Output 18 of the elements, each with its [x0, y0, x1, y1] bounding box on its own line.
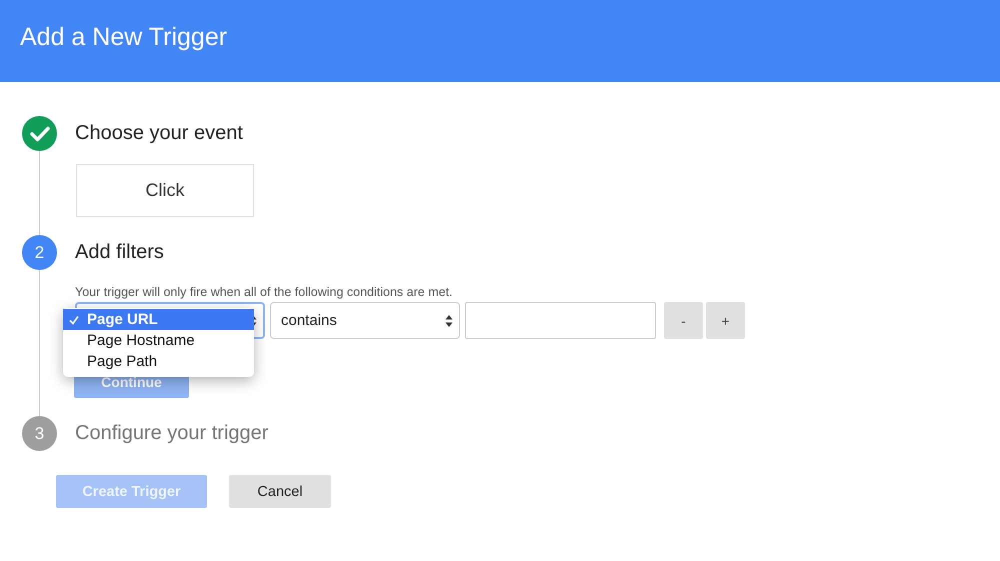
step-number: 2 [22, 235, 57, 270]
step-title: Add filters [75, 240, 164, 265]
cancel-button[interactable]: Cancel [229, 475, 331, 508]
value-input[interactable] [465, 302, 656, 339]
check-circle-icon [22, 116, 57, 151]
dropdown-option[interactable]: Page Hostname [63, 330, 254, 351]
step-number: 3 [22, 416, 57, 451]
remove-button[interactable]: - [664, 302, 703, 339]
operator-select[interactable]: contains [270, 302, 460, 339]
step-title: Configure your trigger [75, 421, 268, 446]
dropdown-option[interactable]: Page URL [63, 309, 254, 330]
event-card[interactable]: Click [76, 164, 254, 217]
check-icon [69, 314, 79, 324]
step-title: Choose your event [75, 121, 243, 146]
select-arrows-icon [445, 314, 453, 328]
hint-text: Your trigger will only fire when all of the following conditions are met. [75, 285, 453, 299]
add-button[interactable]: + [706, 302, 745, 339]
page-title: Add a New Trigger [20, 22, 228, 52]
